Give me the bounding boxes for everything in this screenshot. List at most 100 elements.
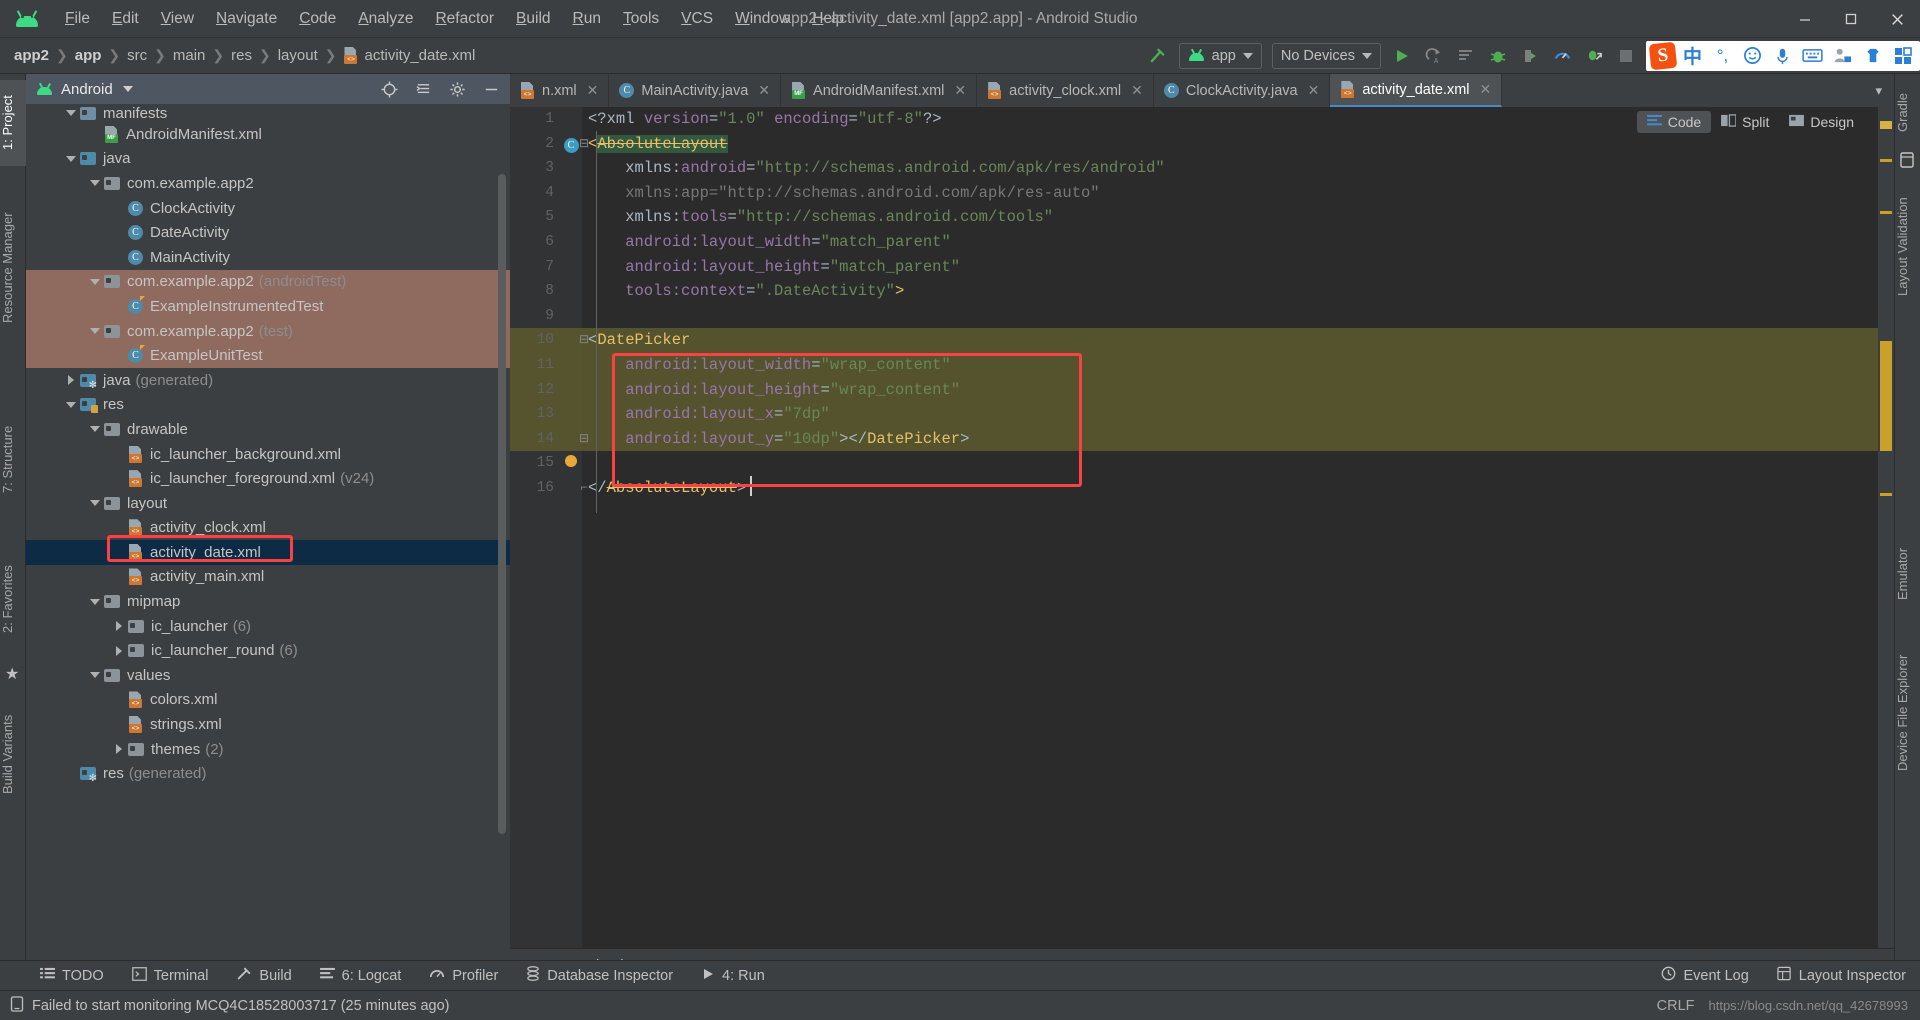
editor-tab-activity-clock-xml[interactable]: <> activity_clock.xml ✕	[977, 74, 1154, 107]
build-hammer-icon[interactable]	[1142, 41, 1174, 71]
twisty-expanded-icon[interactable]	[86, 598, 104, 605]
tree-item-res[interactable]: res	[26, 393, 510, 418]
close-tab-icon[interactable]: ✕	[1131, 82, 1143, 99]
twisty-collapsed-icon[interactable]	[110, 744, 128, 755]
minimize-icon[interactable]	[1782, 0, 1828, 38]
code-line[interactable]: 15	[510, 451, 1894, 476]
breadcrumb-item-layout[interactable]: layout	[278, 47, 318, 64]
window-controls[interactable]	[1782, 0, 1920, 38]
collapse-all-icon[interactable]	[410, 76, 436, 102]
tree-item-com-example-app2[interactable]: com.example.app2	[26, 171, 510, 196]
breadcrumb[interactable]: app2 ❯ app ❯ src ❯ main ❯ res ❯ layout ❯ <> activity_…	[0, 47, 475, 64]
menu-item-refactor[interactable]: Refactor	[424, 5, 505, 33]
breadcrumb-item-app[interactable]: app	[75, 47, 102, 64]
code-line[interactable]: 6 android:layout_width="match_parent"	[510, 230, 1894, 255]
menu-bar[interactable]: File Edit View Navigate Code Analyze Refactor B…	[54, 5, 855, 33]
code-line[interactable]: 8 tools:context=".DateActivity">	[510, 279, 1894, 304]
view-mode-switcher[interactable]: Code Split Design	[1636, 108, 1864, 136]
apply-code-changes-icon[interactable]	[1450, 41, 1482, 71]
breadcrumb-item-activity-date-xml[interactable]: <> activity_date.xml	[343, 47, 475, 64]
menu-item-help[interactable]: Help	[801, 5, 855, 33]
menu-item-file[interactable]: File	[54, 5, 101, 33]
tree-item-mainactivity[interactable]: C MainActivity	[26, 245, 510, 270]
code-line[interactable]: 3 xmlns:android="http://schemas.android.…	[510, 156, 1894, 181]
apps-grid-icon[interactable]	[1889, 43, 1916, 69]
tree-item-java[interactable]: java(generated)	[26, 368, 510, 393]
sidebar-tab-favorites[interactable]: 2: Favorites	[0, 544, 26, 654]
sidebar-tab-gradle[interactable]: Gradle	[1895, 80, 1920, 144]
line-separator-label[interactable]: CRLF	[1657, 998, 1695, 1014]
tree-item-manifests[interactable]: manifests	[26, 104, 510, 122]
bottom-tool-bar[interactable]: TODO Terminal Build 6: Logcat Profiler Databa…	[0, 960, 1920, 990]
menu-item-edit[interactable]: Edit	[101, 5, 150, 33]
close-icon[interactable]	[1874, 0, 1920, 38]
tree-item-res[interactable]: res(generated)	[26, 761, 510, 786]
tree-item-values[interactable]: values	[26, 663, 510, 688]
chevron-down-icon[interactable]: ▾	[1867, 83, 1890, 99]
view-mode-split[interactable]: Split	[1711, 111, 1779, 133]
editor-marker-bar[interactable]	[1878, 107, 1894, 948]
intention-bulb-icon[interactable]	[562, 451, 580, 476]
bottom-tool-event-log[interactable]: Event Log	[1647, 966, 1762, 985]
code-line[interactable]: 5 xmlns:tools="http://schemas.android.co…	[510, 205, 1894, 230]
breadcrumb-item-res[interactable]: res	[231, 47, 252, 64]
module-selector[interactable]: app	[1178, 42, 1262, 69]
close-tab-icon[interactable]: ✕	[758, 82, 770, 99]
breadcrumb-item-app2[interactable]: app2	[14, 47, 49, 64]
twisty-expanded-icon[interactable]	[86, 426, 104, 433]
tree-item-colors-xml[interactable]: <> colors.xml	[26, 688, 510, 713]
code-line[interactable]: 9	[510, 304, 1894, 329]
sogou-ime-toolbar[interactable]: S 中 °,	[1646, 40, 1920, 71]
bottom-tool-6-logcat[interactable]: 6: Logcat	[306, 967, 416, 984]
tree-item-mipmap[interactable]: mipmap	[26, 589, 510, 614]
code-line[interactable]: 13 android:layout_x="7dp"	[510, 402, 1894, 427]
twisty-expanded-icon[interactable]	[86, 278, 104, 285]
tree-item-clockactivity[interactable]: C ClockActivity	[26, 196, 510, 221]
menu-item-tools[interactable]: Tools	[612, 5, 670, 33]
tree-item-ic-launcher-foreground-xml[interactable]: <> ic_launcher_foreground.xml (v24)	[26, 466, 510, 491]
close-tab-icon[interactable]: ✕	[1308, 82, 1320, 99]
emoji-icon[interactable]	[1739, 43, 1766, 69]
bottom-tool-build[interactable]: Build	[222, 966, 305, 986]
project-tree-scrollbar[interactable]	[498, 174, 506, 834]
code-line[interactable]: 14 ⊟ android:layout_y="10dp"></DatePicker…	[510, 426, 1894, 452]
keyboard-icon[interactable]	[1799, 43, 1826, 69]
tree-item-themes[interactable]: themes (2)	[26, 737, 510, 762]
twisty-expanded-icon[interactable]	[62, 401, 80, 408]
project-tree[interactable]: manifests MF AndroidManifest.xml java com.ex…	[26, 104, 510, 982]
editor-tab-mainactivity-java[interactable]: C MainActivity.java ✕	[609, 74, 782, 107]
microphone-icon[interactable]	[1769, 43, 1796, 69]
editor-tab-clockactivity-java[interactable]: C ClockActivity.java ✕	[1154, 74, 1331, 107]
code-line[interactable]: 10 ⊟ <DatePicker	[510, 328, 1894, 353]
chevron-down-icon[interactable]	[122, 86, 133, 92]
right-tool-strip[interactable]: Gradle Layout Validation Emulator Device…	[1894, 74, 1920, 982]
tree-item-ic-launcher-background-xml[interactable]: <> ic_launcher_background.xml	[26, 442, 510, 467]
twisty-expanded-icon[interactable]	[86, 672, 104, 679]
twisty-collapsed-icon[interactable]	[110, 645, 128, 656]
menu-item-run[interactable]: Run	[562, 5, 612, 33]
maximize-icon[interactable]	[1828, 0, 1874, 38]
editor-tab-bar[interactable]: <> n.xml ✕ C MainActivity.java ✕ MF AndroidMani…	[510, 74, 1894, 107]
breadcrumb-item-src[interactable]: src	[127, 47, 147, 64]
sidebar-tab-build-variants[interactable]: Build Variants	[0, 694, 26, 814]
twisty-expanded-icon[interactable]	[86, 500, 104, 507]
breadcrumb-item-main[interactable]: main	[173, 47, 206, 64]
twisty-collapsed-icon[interactable]	[110, 621, 128, 632]
skin-icon[interactable]	[1859, 43, 1886, 69]
bottom-tool-profiler[interactable]: Profiler	[415, 966, 512, 985]
menu-item-analyze[interactable]: Analyze	[347, 5, 424, 33]
user-icon[interactable]	[1829, 43, 1856, 69]
tree-item-com-example-app2[interactable]: com.example.app2 (test)	[26, 318, 510, 344]
locate-target-icon[interactable]	[376, 76, 402, 102]
bottom-tool-4-run[interactable]: 4: Run	[687, 967, 779, 985]
tree-item-activity-date-xml[interactable]: <> activity_date.xml	[26, 540, 510, 565]
editor-tab-n-xml[interactable]: <> n.xml ✕	[510, 74, 610, 107]
sidebar-tab-structure[interactable]: 7: Structure	[0, 404, 26, 514]
tree-item-java[interactable]: java	[26, 147, 510, 172]
avd-manager-icon[interactable]	[1610, 41, 1642, 71]
tree-item-androidmanifest-xml[interactable]: MF AndroidManifest.xml	[26, 122, 510, 147]
tree-item-strings-xml[interactable]: <> strings.xml	[26, 712, 510, 737]
menu-item-navigate[interactable]: Navigate	[205, 5, 288, 33]
sidebar-tab-emulator[interactable]: Emulator	[1895, 529, 1920, 619]
tree-item-activity-clock-xml[interactable]: <> activity_clock.xml	[26, 516, 510, 541]
